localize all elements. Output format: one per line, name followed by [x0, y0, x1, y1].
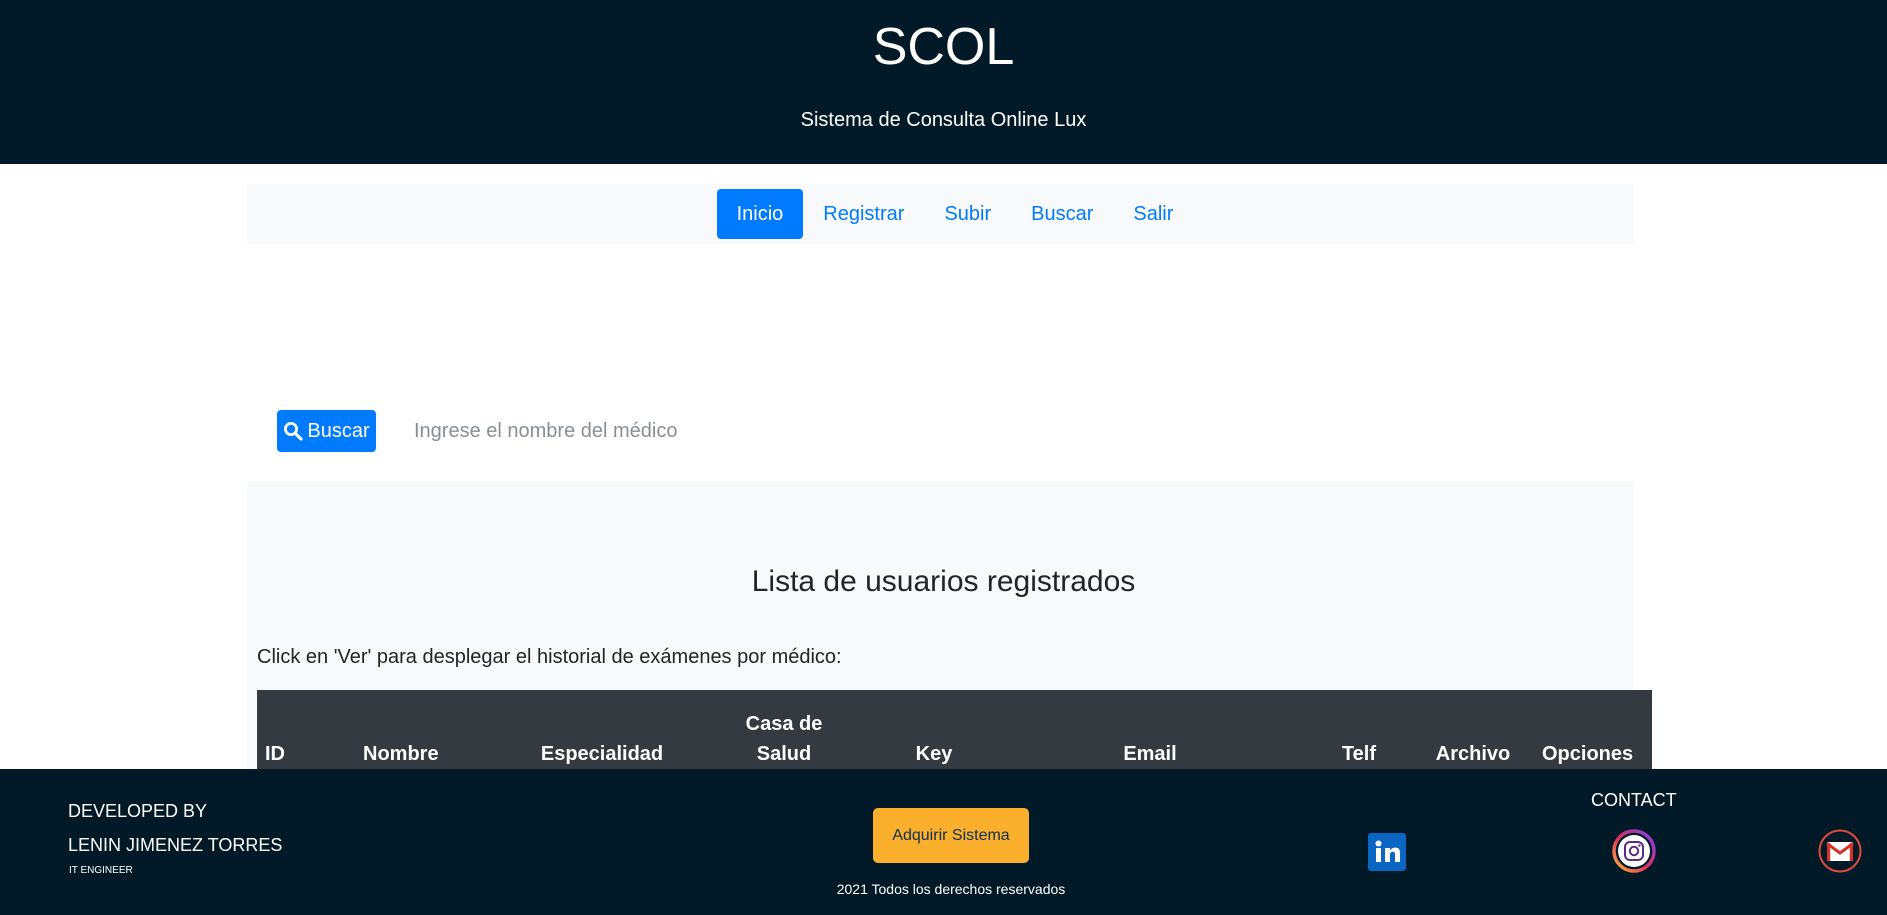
- column-header-casa-de-salud-line2: Salud: [756, 743, 812, 765]
- search-icon: [283, 421, 303, 441]
- column-header-opciones: Opciones: [1542, 739, 1634, 769]
- column-header-key-label: Key: [915, 743, 953, 765]
- nav-list: Inicio Registrar Subir Buscar Salir: [716, 189, 1194, 239]
- column-header-nombre: Nombre: [363, 739, 513, 769]
- copyright-text: 2021 Todos los derechos reservados: [836, 881, 1066, 897]
- contact-label: CONTACT: [1591, 790, 1677, 810]
- panel-instructions: Click en 'Ver' para desplegar el histori…: [257, 646, 842, 668]
- column-header-archivo-label: Archivo: [1435, 743, 1511, 765]
- column-header-key: Key: [904, 739, 964, 769]
- main-nav: Inicio Registrar Subir Buscar Salir: [247, 184, 1634, 244]
- column-header-casa-de-salud: Casa de Salud: [729, 709, 839, 769]
- gmail-icon[interactable]: [1818, 829, 1862, 873]
- linkedin-icon[interactable]: [1368, 833, 1406, 871]
- column-header-especialidad: Especialidad: [537, 739, 667, 769]
- search-button[interactable]: Buscar: [277, 410, 376, 452]
- column-header-casa-de-salud-line1: Casa de: [745, 713, 823, 735]
- developer-role: IT ENGINEER: [69, 865, 133, 876]
- column-header-telf-label: Telf: [1341, 743, 1377, 765]
- developed-by-label: DEVELOPED BY: [68, 801, 208, 821]
- column-header-nombre-label: Nombre: [363, 743, 439, 765]
- nav-item-registrar[interactable]: Registrar: [803, 189, 924, 239]
- nav-item-subir[interactable]: Subir: [924, 189, 1011, 239]
- column-header-id: ID: [265, 739, 305, 769]
- column-header-archivo: Archivo: [1433, 739, 1513, 769]
- column-header-opciones-label: Opciones: [1542, 743, 1634, 765]
- nav-item-salir[interactable]: Salir: [1113, 189, 1193, 239]
- site-footer: DEVELOPED BY LENIN JIMENEZ TORRES IT ENG…: [0, 769, 1887, 915]
- nav-item-inicio[interactable]: Inicio: [716, 189, 804, 239]
- column-header-id-label: ID: [265, 743, 285, 765]
- acquire-system-button[interactable]: Adquirir Sistema: [873, 808, 1029, 863]
- site-title: SCOL: [872, 18, 1015, 76]
- site-subtitle: Sistema de Consulta Online Lux: [800, 109, 1087, 131]
- search-button-label: Buscar: [307, 419, 370, 442]
- nav-item-buscar[interactable]: Buscar: [1011, 189, 1113, 239]
- panel-title: Lista de usuarios registrados: [751, 565, 1136, 598]
- search-input[interactable]: [400, 410, 1200, 452]
- site-header: SCOL Sistema de Consulta Online Lux: [0, 0, 1887, 164]
- column-header-especialidad-label: Especialidad: [540, 743, 664, 765]
- users-table-header: ID Nombre Especialidad Casa de Salud Key…: [257, 690, 1652, 780]
- column-header-email-label: Email: [1123, 743, 1177, 765]
- instagram-icon[interactable]: [1612, 829, 1656, 873]
- column-header-telf: Telf: [1334, 739, 1384, 769]
- column-header-email: Email: [1110, 739, 1190, 769]
- developer-name: LENIN JIMENEZ TORRES: [68, 835, 283, 855]
